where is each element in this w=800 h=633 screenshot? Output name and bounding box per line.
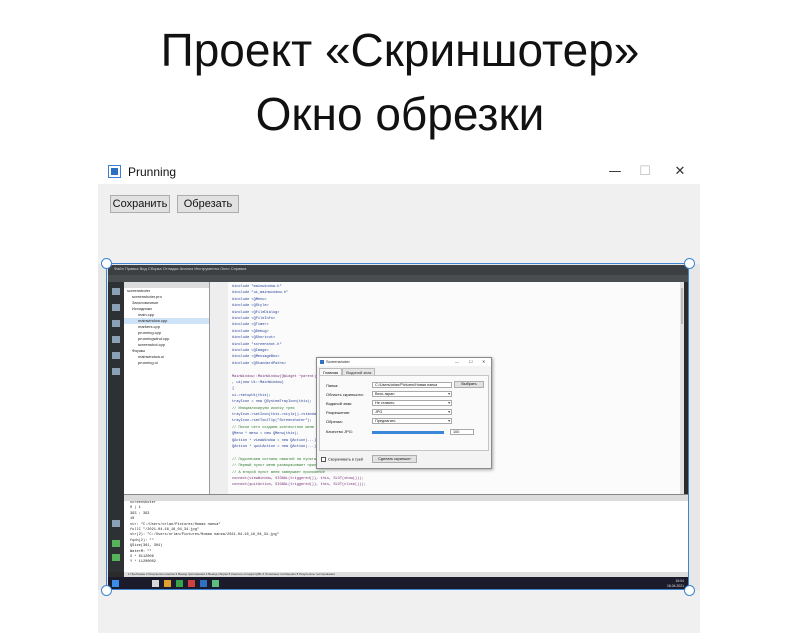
crop-button[interactable]: Обрезать	[177, 195, 239, 213]
crop-canvas[interactable]: Файл Правка Вид Сборка Отладка Анализ Ин…	[98, 258, 700, 596]
minimize-button[interactable]: —	[600, 162, 630, 182]
crop-handle-bottom-right[interactable]	[684, 585, 695, 596]
window-titlebar[interactable]: Prunning — ☐ ✕	[98, 160, 700, 184]
crop-handle-bottom-left[interactable]	[101, 585, 112, 596]
crop-selection-frame[interactable]	[106, 263, 689, 590]
app-icon	[108, 165, 121, 178]
slide-title-line2: Окно обрезки	[255, 88, 545, 140]
window-title: Prunning	[128, 165, 177, 179]
slide-title-line1: Проект «Скриншотер»	[160, 24, 640, 76]
crop-handle-top-left[interactable]	[101, 258, 112, 269]
maximize-button[interactable]: ☐	[630, 162, 660, 182]
prunning-window: Prunning — ☐ ✕ Сохранить Обрезать Файл П…	[98, 160, 700, 633]
save-button[interactable]: Сохранить	[110, 195, 170, 213]
crop-handle-top-right[interactable]	[684, 258, 695, 269]
close-button[interactable]: ✕	[665, 162, 695, 182]
